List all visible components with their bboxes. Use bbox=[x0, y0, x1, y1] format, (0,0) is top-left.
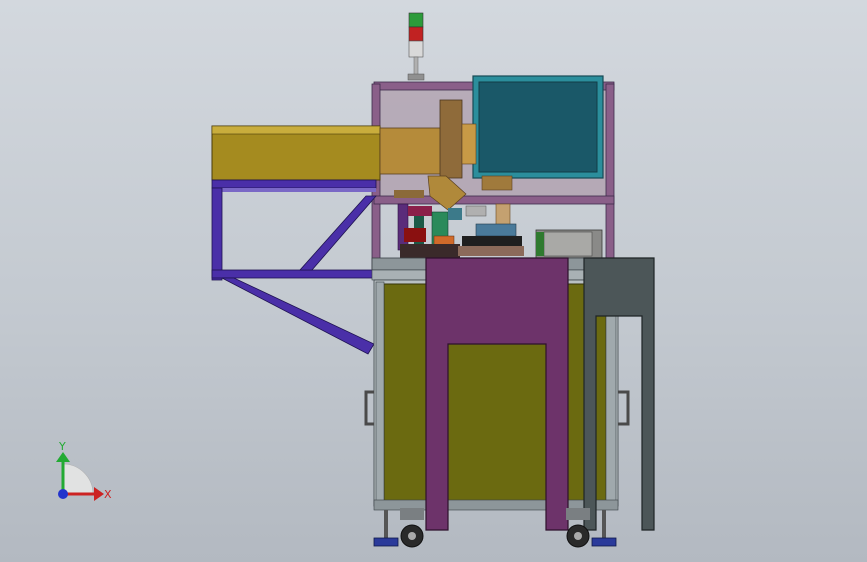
caster-wheel-left[interactable] bbox=[400, 508, 424, 548]
origin-dot bbox=[58, 489, 68, 499]
orientation-triad[interactable]: Y X bbox=[40, 436, 130, 516]
leveling-foot-left[interactable] bbox=[373, 510, 399, 547]
feeder-support-frame[interactable] bbox=[211, 179, 377, 355]
cad-viewport[interactable] bbox=[0, 0, 867, 562]
y-axis-label: Y bbox=[58, 440, 66, 453]
side-guard-panel[interactable] bbox=[583, 257, 655, 531]
hmi-monitor[interactable] bbox=[472, 75, 604, 191]
signal-tower-light[interactable] bbox=[407, 12, 425, 81]
x-axis-label: X bbox=[104, 488, 112, 501]
